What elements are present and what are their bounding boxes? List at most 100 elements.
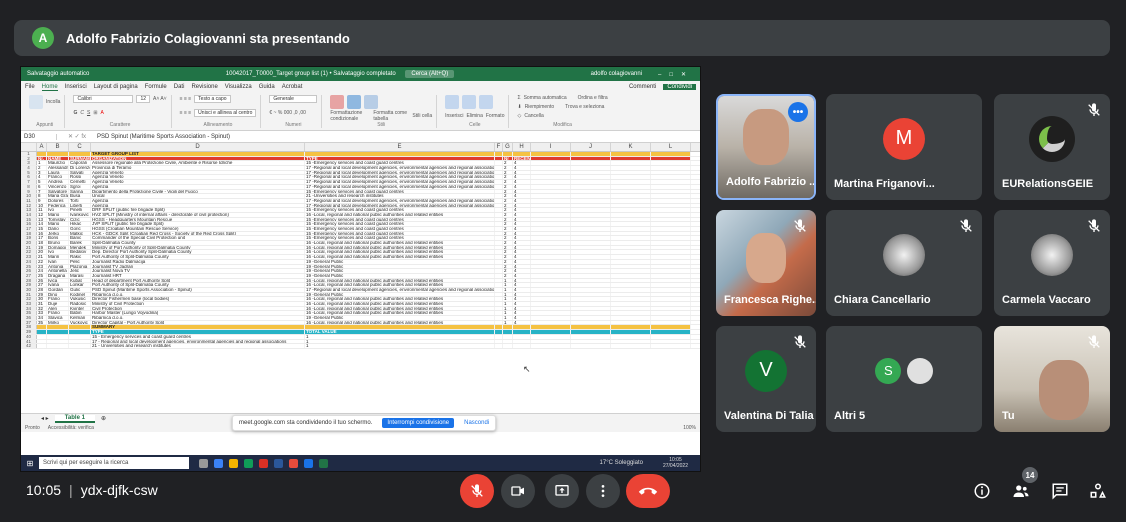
column-header[interactable]: C bbox=[69, 143, 91, 151]
cell[interactable] bbox=[571, 184, 611, 189]
accessibility-status[interactable]: Accessibilità: verifica bbox=[48, 425, 94, 431]
cell[interactable] bbox=[531, 170, 571, 175]
cell[interactable] bbox=[495, 273, 503, 278]
cell[interactable] bbox=[611, 166, 651, 170]
cell[interactable] bbox=[611, 334, 651, 339]
cell[interactable]: Tomislav bbox=[47, 217, 69, 222]
cell[interactable]: 19 -General Public bbox=[305, 273, 495, 278]
cell[interactable] bbox=[495, 156, 503, 161]
row-number[interactable]: 42 bbox=[21, 344, 37, 348]
row-number[interactable]: 6 bbox=[21, 175, 37, 180]
cell[interactable]: Antonella bbox=[47, 269, 69, 273]
cell[interactable]: 4 bbox=[513, 166, 531, 170]
cell[interactable]: 4 bbox=[513, 175, 531, 180]
cell[interactable]: Ivankovic bbox=[69, 212, 91, 217]
row-number[interactable]: 39 bbox=[21, 330, 37, 334]
cell[interactable]: 17 -Regional and local development agenc… bbox=[305, 170, 495, 175]
cell[interactable]: 2 bbox=[503, 245, 513, 250]
cell[interactable]: 4 bbox=[513, 222, 531, 226]
cell[interactable] bbox=[611, 320, 651, 325]
cell[interactable]: SURNAME bbox=[69, 156, 91, 161]
cell[interactable]: Agenzia Veneto bbox=[91, 180, 305, 184]
cell[interactable]: Boris bbox=[47, 236, 69, 241]
cell[interactable] bbox=[571, 292, 611, 297]
cell[interactable] bbox=[611, 283, 651, 287]
cell[interactable]: 4 bbox=[513, 227, 531, 231]
cell[interactable]: 4 bbox=[513, 245, 531, 250]
row-number[interactable]: 40 bbox=[21, 334, 37, 339]
row-number[interactable]: 17 bbox=[21, 227, 37, 231]
tab-nav-icon[interactable]: ◂ ▸ bbox=[41, 415, 49, 422]
participant-tile[interactable]: V Valentina Di Talia bbox=[716, 326, 816, 432]
cell[interactable] bbox=[611, 156, 651, 161]
cell[interactable]: 10 bbox=[37, 203, 47, 208]
cell[interactable]: Maurizio bbox=[47, 161, 69, 166]
cell[interactable]: 2 bbox=[503, 161, 513, 166]
conditional-format-icon[interactable] bbox=[330, 95, 345, 109]
cell[interactable] bbox=[531, 175, 571, 180]
cell[interactable] bbox=[495, 292, 503, 297]
cell[interactable]: Commander of the Special Civil Protectio… bbox=[91, 236, 305, 241]
cell[interactable] bbox=[531, 325, 571, 330]
cell[interactable]: 4 bbox=[513, 194, 531, 198]
cell[interactable]: Sgroi bbox=[69, 184, 91, 189]
cell[interactable] bbox=[69, 334, 91, 339]
cell[interactable] bbox=[651, 278, 691, 283]
cell[interactable] bbox=[611, 297, 651, 301]
cell[interactable]: 4 bbox=[513, 217, 531, 222]
app-icon[interactable] bbox=[289, 458, 298, 468]
cell[interactable] bbox=[495, 339, 503, 344]
cell[interactable] bbox=[69, 344, 91, 348]
cell[interactable] bbox=[611, 287, 651, 292]
cell[interactable]: 2 bbox=[503, 166, 513, 170]
cell[interactable]: 16 -Local, regional and national public … bbox=[305, 212, 495, 217]
cell[interactable]: 26 bbox=[37, 278, 47, 283]
cell[interactable] bbox=[47, 152, 69, 156]
cell[interactable] bbox=[513, 152, 531, 156]
row-number[interactable]: 36 bbox=[21, 316, 37, 320]
cell[interactable]: 1 bbox=[503, 302, 513, 306]
cell[interactable]: 28 bbox=[37, 287, 47, 292]
cell[interactable]: 4 bbox=[513, 255, 531, 259]
cell[interactable] bbox=[651, 259, 691, 264]
cell[interactable]: 2 bbox=[503, 198, 513, 203]
formula-content[interactable]: PSD Spinut (Maritime Sports Association … bbox=[97, 134, 700, 140]
cell[interactable] bbox=[69, 325, 91, 330]
cell[interactable]: JVP SPLIT (public fire brigade Split) bbox=[91, 222, 305, 226]
cell[interactable]: 17 -Regional and local development agenc… bbox=[305, 184, 495, 189]
cell[interactable]: 8 bbox=[37, 194, 47, 198]
cell[interactable]: 16 -Local, regional and national public … bbox=[305, 245, 495, 250]
row-number[interactable]: 20 bbox=[21, 241, 37, 245]
row-number[interactable]: 28 bbox=[21, 278, 37, 283]
cell[interactable]: Director Fishermen base (local bodies) bbox=[91, 297, 305, 301]
cell[interactable]: 17 -Regional and local development agenc… bbox=[305, 166, 495, 170]
cell[interactable]: 2 bbox=[503, 259, 513, 264]
cell[interactable]: Kvinter bbox=[69, 306, 91, 311]
cell[interactable]: 9 bbox=[37, 198, 47, 203]
cell[interactable] bbox=[571, 180, 611, 184]
cell[interactable]: 20 bbox=[37, 250, 47, 255]
number-format-select[interactable]: Generale bbox=[269, 95, 318, 103]
cell[interactable]: Jerko bbox=[47, 231, 69, 236]
cell[interactable] bbox=[611, 222, 651, 226]
cell[interactable] bbox=[611, 184, 651, 189]
cell[interactable] bbox=[531, 287, 571, 292]
cell[interactable] bbox=[495, 208, 503, 212]
cell[interactable] bbox=[531, 222, 571, 226]
cell[interactable]: 16 -Local, regional and national public … bbox=[305, 250, 495, 255]
people-button[interactable] bbox=[1011, 481, 1031, 501]
cell[interactable]: 4 bbox=[513, 273, 531, 278]
cell[interactable] bbox=[495, 250, 503, 255]
cell[interactable]: 2 bbox=[503, 184, 513, 189]
row-number[interactable]: 3 bbox=[21, 161, 37, 166]
chat-button[interactable] bbox=[1050, 481, 1070, 501]
cell[interactable] bbox=[571, 297, 611, 301]
cell[interactable] bbox=[571, 166, 611, 170]
cell[interactable]: 17 -Regional and local development agenc… bbox=[305, 203, 495, 208]
cell[interactable]: 4 bbox=[513, 198, 531, 203]
cell[interactable]: 21 - Universities and research institute… bbox=[91, 344, 305, 348]
cell[interactable] bbox=[611, 227, 651, 231]
cell[interactable] bbox=[651, 156, 691, 161]
cell[interactable] bbox=[531, 283, 571, 287]
cell[interactable]: Provincia di Teramo bbox=[91, 166, 305, 170]
